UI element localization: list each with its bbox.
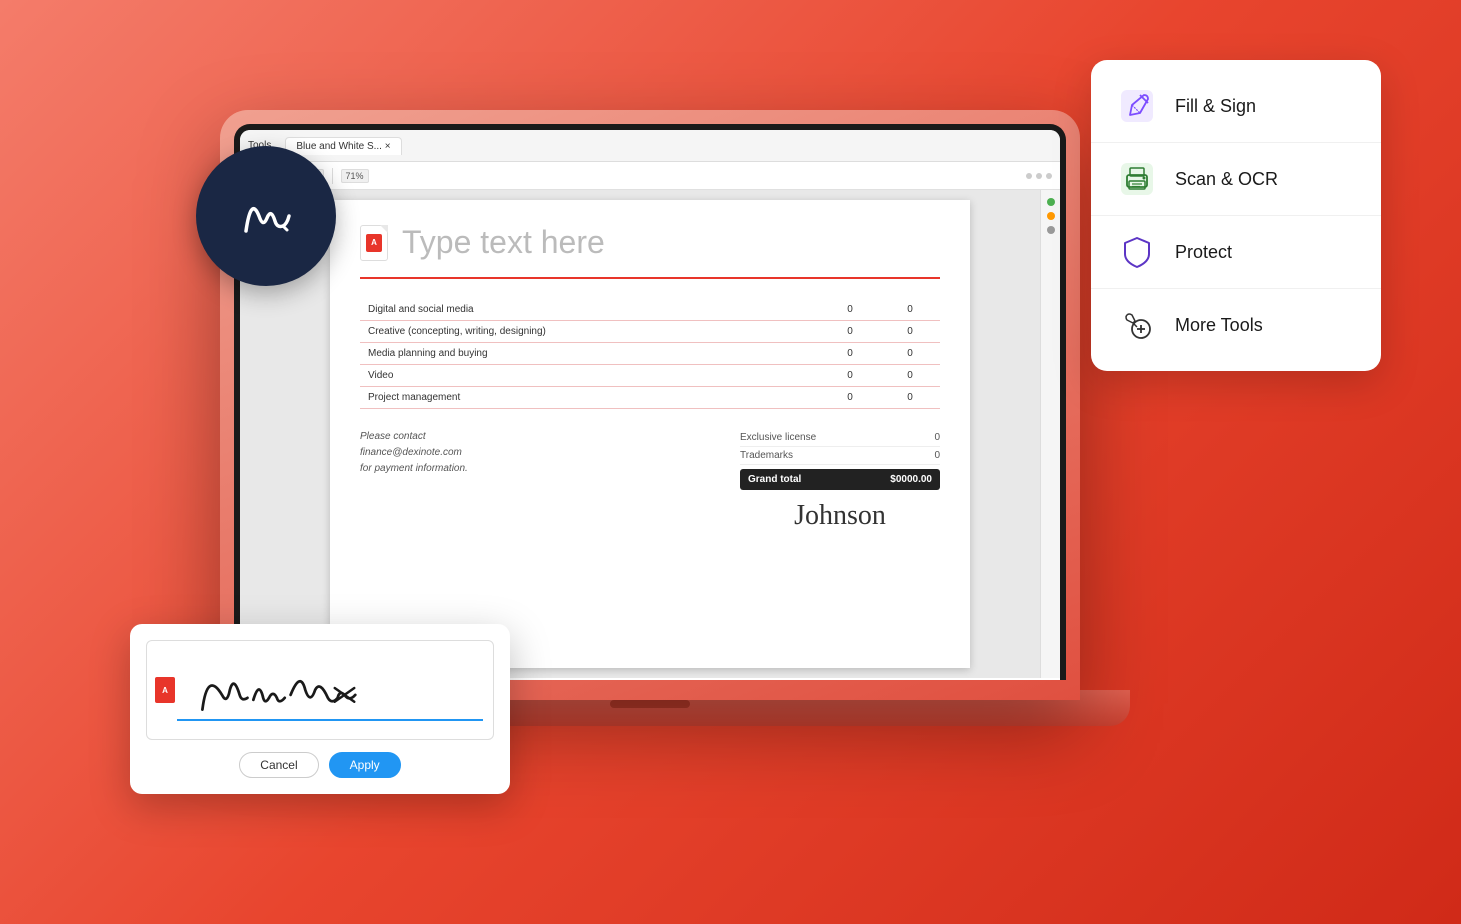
pdf-toolbar-row2: 4 / 19 71% xyxy=(240,162,1060,190)
tools-card: Fill & Sign Scan & OCR Protect xyxy=(1091,60,1381,371)
table-cell-col2: 0 xyxy=(820,343,880,365)
protect-icon xyxy=(1119,234,1155,270)
sig-apply-button[interactable]: Apply xyxy=(329,752,401,778)
pdf-sidebar xyxy=(1040,190,1060,678)
protect-icon-wrap xyxy=(1115,230,1159,274)
pdf-page: Type text here Digital and social media … xyxy=(330,200,970,668)
table-cell-desc: Media planning and buying xyxy=(360,343,820,365)
sig-canvas-area[interactable]: A xyxy=(146,640,494,740)
table-row: Video 0 0 xyxy=(360,365,940,387)
laptop-shell: Tools Blue and White S... × 4 / 19 71% xyxy=(220,110,1080,700)
table-cell-col2: 0 xyxy=(820,387,880,409)
signature-text: Johnson xyxy=(794,500,886,531)
table-cell-col3: 0 xyxy=(880,387,940,409)
pdf-content: Type text here Digital and social media … xyxy=(240,190,1060,678)
toolbar-dot-6 xyxy=(1046,173,1052,179)
exclusive-license-row: Exclusive license 0 xyxy=(740,429,940,447)
sig-underline xyxy=(177,719,483,721)
table-cell-col3: 0 xyxy=(880,343,940,365)
type-text-area[interactable]: Type text here xyxy=(360,224,940,261)
table-cell-col2: 0 xyxy=(820,365,880,387)
contact-info: Please contact finance@dexinote.com for … xyxy=(360,429,468,477)
tool-item-more-tools[interactable]: More Tools xyxy=(1091,289,1381,361)
pdf-tab[interactable]: Blue and White S... × xyxy=(285,137,401,155)
tool-item-scan-ocr[interactable]: Scan & OCR xyxy=(1091,143,1381,216)
exclusive-license-label: Exclusive license xyxy=(740,432,816,443)
grand-total-value: $0000.00 xyxy=(890,474,932,485)
pdf-table: Digital and social media 0 0 Creative (c… xyxy=(360,299,940,409)
table-cell-col2: 0 xyxy=(820,321,880,343)
laptop-screen: Tools Blue and White S... × 4 / 19 71% xyxy=(240,130,1060,680)
exclusive-license-value: 0 xyxy=(934,432,940,443)
table-cell-desc: Video xyxy=(360,365,820,387)
sidebar-dot-green xyxy=(1047,198,1055,206)
toolbar-dot-4 xyxy=(1026,173,1032,179)
table-cell-col2: 0 xyxy=(820,299,880,321)
sig-buttons: Cancel Apply xyxy=(146,752,494,778)
sidebar-dot-gray xyxy=(1047,226,1055,234)
fill-sign-icon-wrap xyxy=(1115,84,1159,128)
grand-total-label: Grand total xyxy=(748,474,801,485)
table-cell-col3: 0 xyxy=(880,299,940,321)
scan-ocr-icon-wrap xyxy=(1115,157,1159,201)
tool-item-fill-sign[interactable]: Fill & Sign xyxy=(1091,70,1381,143)
tool-item-protect[interactable]: Protect xyxy=(1091,216,1381,289)
table-cell-desc: Creative (concepting, writing, designing… xyxy=(360,321,820,343)
table-cell-col3: 0 xyxy=(880,365,940,387)
table-cell-desc: Project management xyxy=(360,387,820,409)
table-cell-col3: 0 xyxy=(880,321,940,343)
trademarks-value: 0 xyxy=(934,450,940,461)
toolbar-dot-5 xyxy=(1036,173,1042,179)
red-underline xyxy=(360,277,940,279)
table-row: Digital and social media 0 0 xyxy=(360,299,940,321)
acrobat-icon xyxy=(360,225,388,261)
trademarks-label: Trademarks xyxy=(740,450,793,461)
signature-area: Johnson xyxy=(740,500,940,532)
protect-label: Protect xyxy=(1175,242,1232,263)
placeholder-text: Type text here xyxy=(402,224,605,261)
grand-total-row: Grand total $0000.00 xyxy=(740,469,940,490)
more-tools-icon xyxy=(1119,307,1155,343)
sidebar-dot-orange xyxy=(1047,212,1055,220)
toolbar-sep-2 xyxy=(332,168,333,184)
totals-section: Exclusive license 0 Trademarks 0 Grand t… xyxy=(740,429,940,532)
scan-ocr-label: Scan & OCR xyxy=(1175,169,1278,190)
table-row: Project management 0 0 xyxy=(360,387,940,409)
more-tools-icon-wrap xyxy=(1115,303,1159,347)
table-cell-desc: Digital and social media xyxy=(360,299,820,321)
sig-cancel-button[interactable]: Cancel xyxy=(239,752,318,778)
logo-icon xyxy=(231,186,301,246)
fill-sign-icon xyxy=(1118,87,1156,125)
pdf-bottom: Please contact finance@dexinote.com for … xyxy=(360,429,940,532)
zoom-level[interactable]: 71% xyxy=(341,169,369,183)
sig-drawing xyxy=(147,641,493,739)
scan-ocr-icon xyxy=(1118,160,1156,198)
laptop-screen-bezel: Tools Blue and White S... × 4 / 19 71% xyxy=(234,124,1066,680)
more-tools-label: More Tools xyxy=(1175,315,1263,336)
signature-dialog: A Cancel Apply xyxy=(130,624,510,794)
logo-circle xyxy=(196,146,336,286)
table-row: Media planning and buying 0 0 xyxy=(360,343,940,365)
trademarks-row: Trademarks 0 xyxy=(740,447,940,465)
fill-sign-label: Fill & Sign xyxy=(1175,96,1256,117)
pdf-toolbar: Tools Blue and White S... × xyxy=(240,130,1060,162)
table-row: Creative (concepting, writing, designing… xyxy=(360,321,940,343)
